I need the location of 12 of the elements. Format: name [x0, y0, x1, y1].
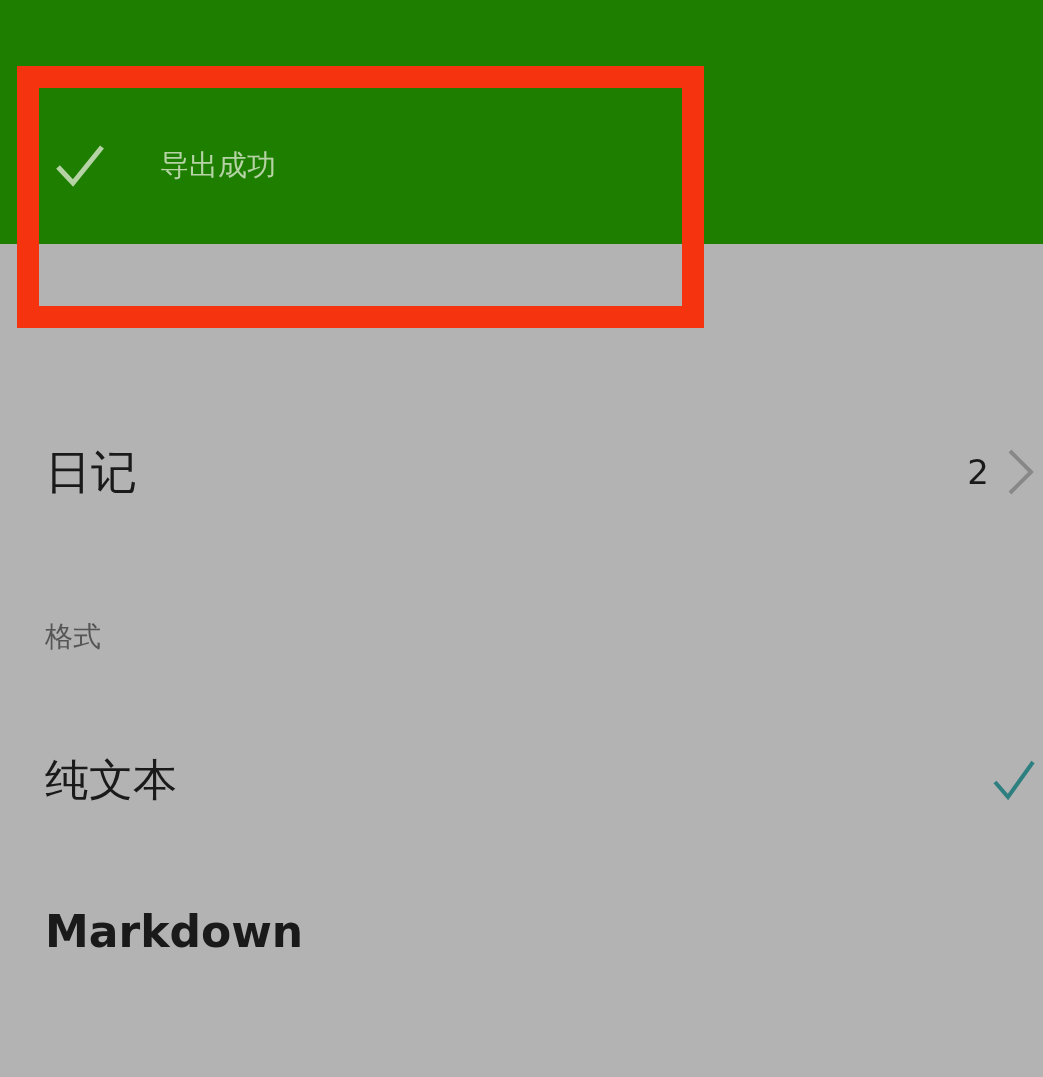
section-header: 格式 [45, 620, 101, 653]
option-label: 纯文本 [45, 753, 178, 807]
toast-message: 导出成功 [160, 147, 276, 184]
option-row[interactable]: 纯文本 [0, 690, 1043, 870]
list-row[interactable]: 日记 2 [0, 368, 1043, 576]
option-row[interactable]: Markdown [0, 870, 1043, 994]
option-label: Markdown [45, 905, 305, 959]
row-count: 2 [967, 450, 989, 494]
chevron-right-icon [1007, 448, 1035, 496]
check-icon [993, 760, 1035, 800]
row-label: 日记 [45, 443, 138, 501]
check-icon [55, 143, 105, 187]
